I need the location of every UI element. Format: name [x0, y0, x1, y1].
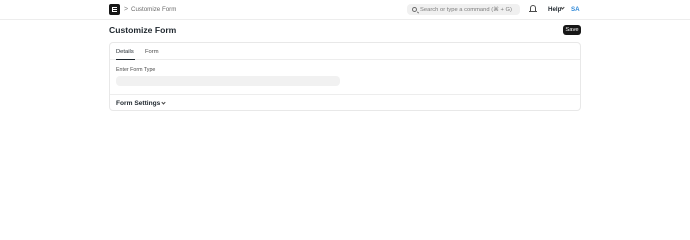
chevron-down-icon[interactable] [560, 5, 565, 10]
divider [110, 94, 580, 95]
avatar[interactable]: SA [571, 5, 580, 14]
form-type-label: Enter Form Type [116, 67, 156, 73]
tab-bar: Details Form [110, 43, 580, 60]
form-card: Details Form Enter Form Type Form Settin… [109, 42, 581, 111]
search-icon [412, 6, 417, 12]
tab-details[interactable]: Details [116, 48, 135, 60]
form-settings-section-title[interactable]: Form Settings [116, 99, 160, 108]
save-button[interactable]: Save [563, 25, 581, 35]
help-menu[interactable]: Help [548, 5, 561, 14]
breadcrumb-customize-form[interactable]: Customize Form [131, 5, 176, 14]
page-title: Customize Form [109, 25, 177, 35]
tab-form[interactable]: Form [145, 48, 159, 56]
search-bar[interactable]: Search or type a command (⌘ + G) [407, 4, 520, 15]
search-input[interactable]: Search or type a command (⌘ + G) [420, 6, 512, 14]
breadcrumb-separator: > [124, 6, 129, 13]
navbar: > Customize Form Search or type a comman… [0, 0, 690, 20]
app-logo-icon[interactable] [109, 4, 120, 15]
chevron-down-icon[interactable] [161, 100, 166, 105]
bell-icon[interactable] [529, 5, 537, 12]
form-type-input[interactable] [116, 76, 340, 86]
